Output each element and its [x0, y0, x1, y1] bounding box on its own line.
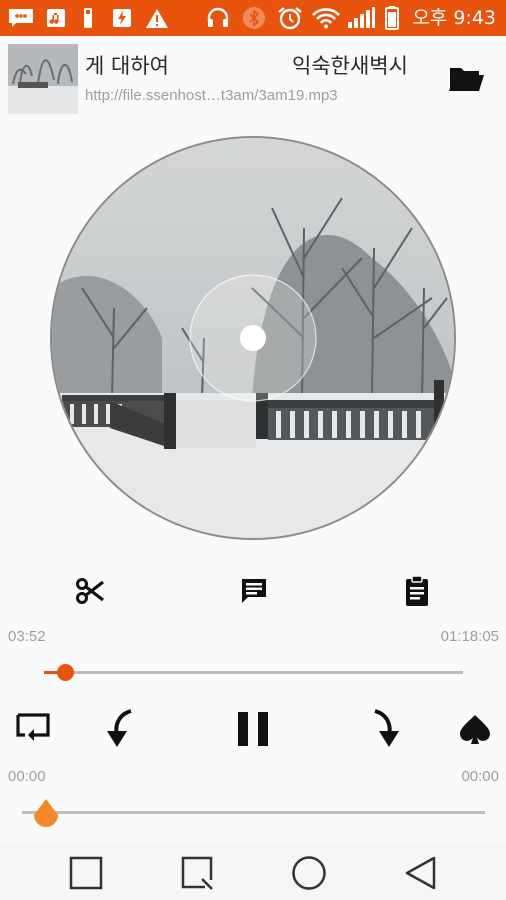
back-icon[interactable]: [401, 853, 441, 893]
spade-heart-icon[interactable]: [451, 705, 499, 753]
navigation-bar: [0, 842, 506, 900]
alarm-icon: [276, 7, 304, 30]
track-url: http://file.ssenhost…t3am/3am19.mp3: [85, 87, 338, 104]
warning-icon: [144, 7, 170, 29]
capture-icon[interactable]: [178, 853, 218, 893]
ab-thumb[interactable]: [32, 798, 60, 828]
pause-icon[interactable]: [229, 705, 277, 753]
folder-open-icon[interactable]: [446, 60, 486, 96]
repeat-icon[interactable]: [9, 705, 57, 753]
track-title-right: 익숙한새벽시: [292, 54, 408, 78]
music-icon: [44, 7, 68, 29]
rewind-icon[interactable]: [97, 705, 145, 753]
scissors-icon[interactable]: [73, 573, 109, 609]
status-bar: 오후 9:43: [0, 0, 506, 36]
message-text-icon[interactable]: [236, 573, 272, 609]
progress-track[interactable]: [44, 664, 463, 681]
track-header[interactable]: 게 대하여 익숙한새벽시 http://file.ssenhost…t3am/3…: [0, 36, 506, 122]
album-thumbnail[interactable]: [8, 44, 78, 114]
ab-end-time: 00:00: [461, 768, 499, 785]
usb-icon: [78, 7, 98, 29]
track-title-left: 게 대하여: [85, 54, 169, 78]
progress-thumb[interactable]: [56, 664, 74, 681]
battery-saver-icon: [110, 7, 134, 29]
home-icon[interactable]: [289, 853, 329, 893]
wifi-icon: [310, 7, 342, 29]
battery-icon: [382, 6, 402, 30]
total-time: 01:18:05: [440, 628, 499, 645]
clipboard-icon[interactable]: [399, 573, 435, 609]
forward-icon[interactable]: [361, 705, 409, 753]
headset-icon: [205, 7, 231, 29]
status-time: 오후 9:43: [412, 7, 496, 29]
ab-track[interactable]: [22, 799, 485, 827]
recent-apps-icon[interactable]: [66, 853, 106, 893]
ab-start-time: 00:00: [8, 768, 46, 785]
bluetooth-off-icon: [241, 7, 267, 29]
signal-icon: [345, 7, 377, 29]
message-icon: [6, 7, 36, 29]
album-disc[interactable]: [50, 136, 456, 540]
elapsed-time: 03:52: [8, 628, 46, 645]
